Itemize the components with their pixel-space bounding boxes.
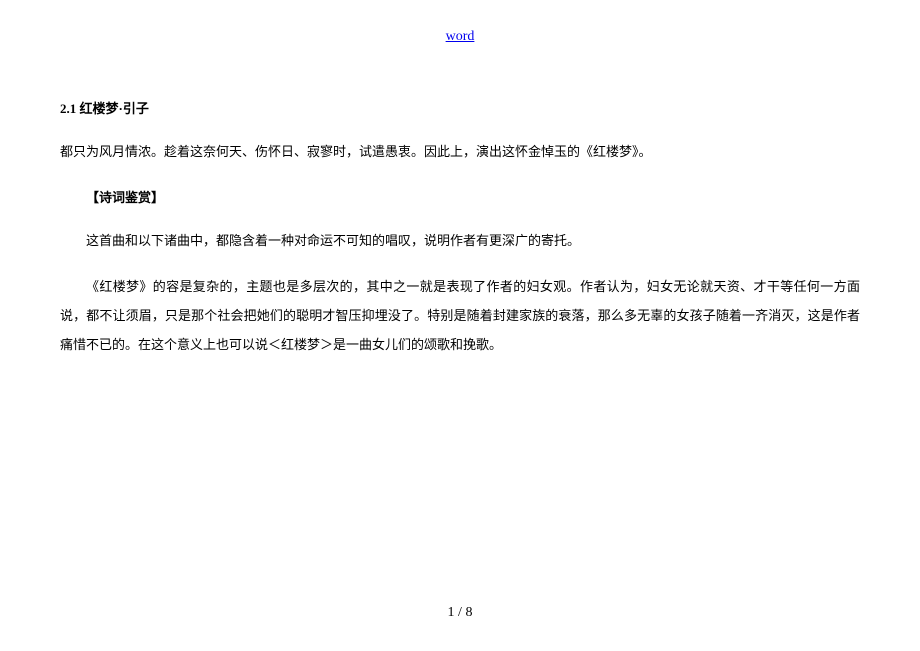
word-link[interactable]: word bbox=[446, 29, 475, 44]
paragraph-1: 都只为风月情浓。趁着这奈何天、伤怀日、寂寥时，试遣愚衷。因此上，演出这怀金悼玉的… bbox=[60, 138, 860, 167]
page-current: 1 bbox=[448, 605, 455, 620]
document-content: 2.1 红楼梦·引子 都只为风月情浓。趁着这奈何天、伤怀日、寂寥时，试遣愚衷。因… bbox=[60, 95, 860, 359]
header-link-container: word bbox=[60, 28, 860, 45]
subheading: 【诗词鉴赏】 bbox=[86, 184, 860, 213]
page-total: 8 bbox=[465, 605, 472, 620]
section-title: 2.1 红楼梦·引子 bbox=[60, 95, 860, 124]
page-separator: / bbox=[455, 605, 466, 620]
paragraph-3: 《红楼梦》的容是复杂的，主题也是多层次的，其中之一就是表现了作者的妇女观。作者认… bbox=[60, 273, 860, 359]
page-number: 1 / 8 bbox=[0, 605, 920, 621]
paragraph-2: 这首曲和以下诸曲中，都隐含着一种对命运不可知的唱叹，说明作者有更深广的寄托。 bbox=[60, 227, 860, 256]
